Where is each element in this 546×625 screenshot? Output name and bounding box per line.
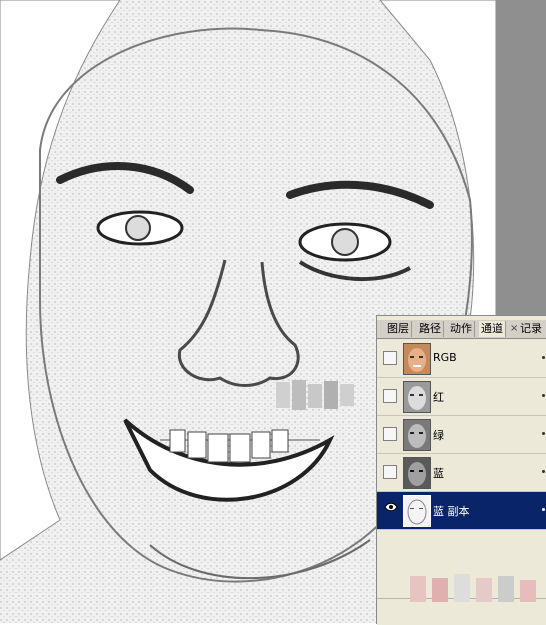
tab-actions[interactable]: 动作 xyxy=(448,321,475,337)
channel-name: RGB xyxy=(433,351,457,364)
channel-thumbnail xyxy=(403,495,431,527)
channel-shortcut-marker xyxy=(542,394,545,397)
channel-row-green[interactable]: 绿 xyxy=(377,416,546,454)
tab-paths[interactable]: 路径 xyxy=(417,321,444,337)
visibility-toggle[interactable] xyxy=(383,351,397,365)
eye-icon[interactable] xyxy=(384,501,398,515)
visibility-toggle[interactable] xyxy=(383,389,397,403)
channel-thumbnail xyxy=(403,343,431,375)
channel-row-blue[interactable]: 蓝 xyxy=(377,454,546,492)
visibility-toggle[interactable] xyxy=(383,427,397,441)
tab-history[interactable]: 记录 xyxy=(518,321,544,337)
channel-thumbnail xyxy=(403,381,431,413)
watermark-blur xyxy=(276,380,354,410)
channel-name: 红 xyxy=(433,391,444,404)
channel-row-red[interactable]: 红 xyxy=(377,378,546,416)
channel-shortcut-marker xyxy=(542,356,545,359)
channel-name: 绿 xyxy=(433,429,444,442)
channel-row-rgb[interactable]: RGB xyxy=(377,340,546,378)
tab-layers[interactable]: 图层 xyxy=(385,321,412,337)
watermark-logo xyxy=(410,574,536,602)
channel-name: 蓝 xyxy=(433,467,444,480)
canvas-background xyxy=(496,0,546,320)
channel-thumbnail xyxy=(403,419,431,451)
channel-name: 蓝 副本 xyxy=(433,505,470,518)
panel-tab-bar: 图层 路径 动作 通道 × 记录 xyxy=(377,320,546,339)
channel-row-blue-copy[interactable]: 蓝 副本 xyxy=(377,492,546,530)
visibility-toggle[interactable] xyxy=(383,465,397,479)
channel-shortcut-marker xyxy=(542,508,545,511)
channel-shortcut-marker xyxy=(542,470,545,473)
channel-thumbnail xyxy=(403,457,431,489)
channel-shortcut-marker xyxy=(542,432,545,435)
tab-channels[interactable]: 通道 xyxy=(479,321,506,337)
